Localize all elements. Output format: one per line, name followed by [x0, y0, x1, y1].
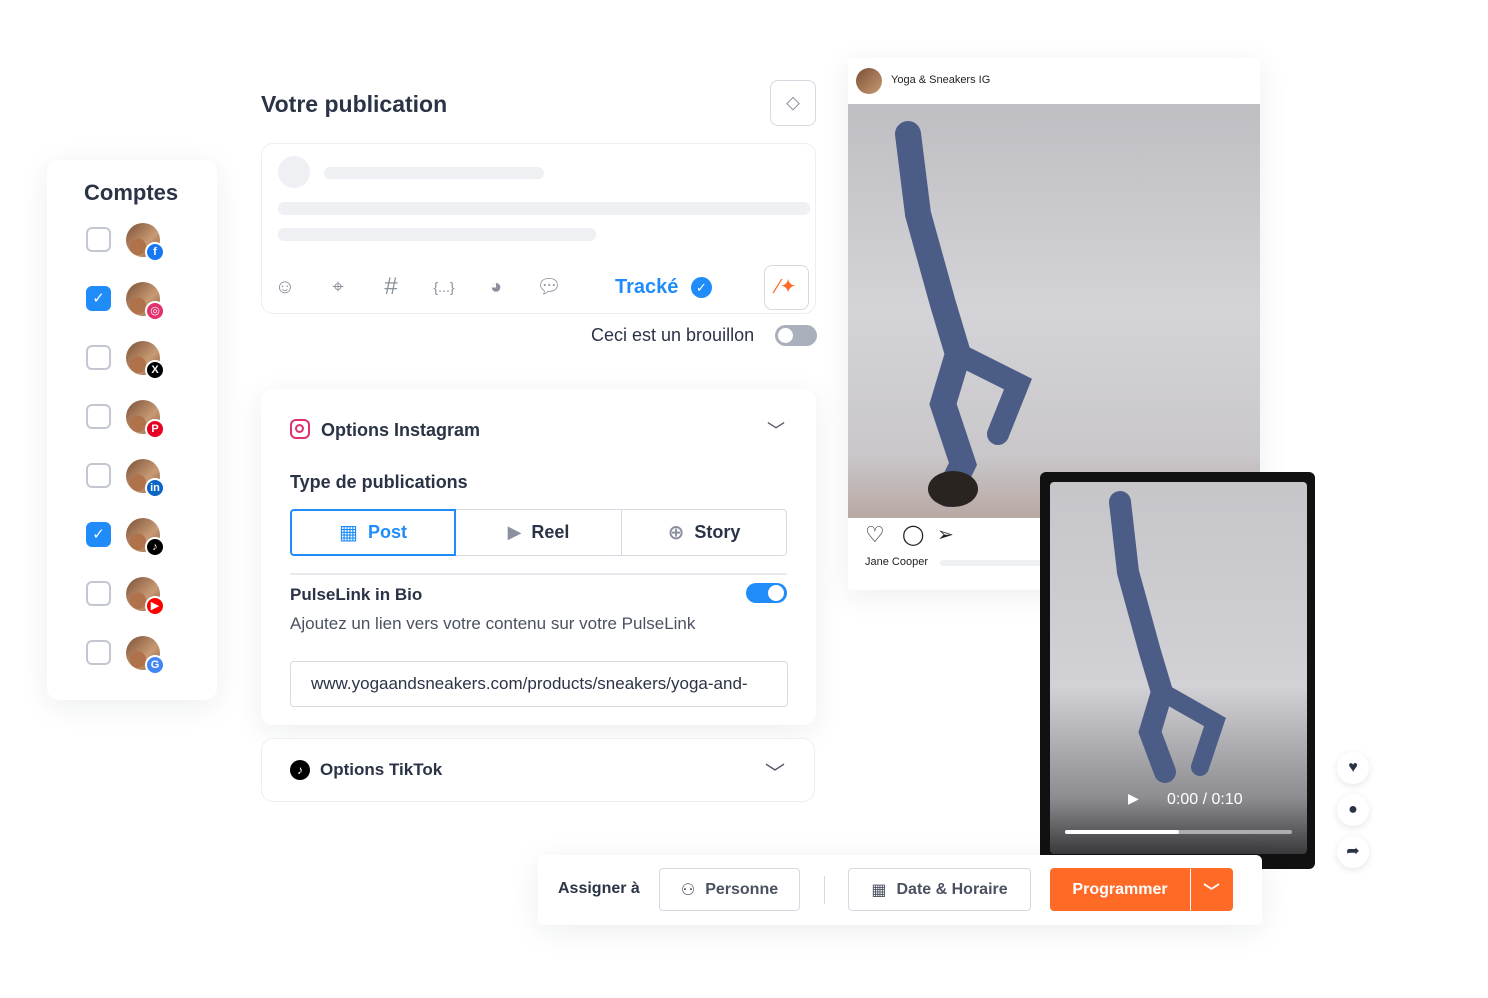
- pulselink-url-input[interactable]: www.yogaandsneakers.com/products/sneaker…: [290, 661, 788, 707]
- chevron-down-icon: ﹀: [1203, 883, 1220, 901]
- preview-image: [848, 104, 1260, 518]
- like-icon[interactable]: ♡: [865, 522, 885, 548]
- avatar: [856, 68, 882, 94]
- user-icon: ⚇: [680, 881, 696, 899]
- video-progress-bar[interactable]: [1065, 830, 1292, 834]
- story-add-icon: ⊕: [667, 522, 685, 544]
- account-avatar-instagram: ◎: [126, 282, 165, 321]
- skeleton-line: [940, 560, 1050, 566]
- facebook-icon: f: [145, 242, 165, 262]
- instagram-icon: ◎: [145, 301, 165, 321]
- pinterest-icon: P: [145, 419, 165, 439]
- tracked-check-icon: ✓: [691, 277, 712, 298]
- draft-label: Ceci est un brouillon: [591, 325, 755, 345]
- comment-settings-icon[interactable]: 💬︎: [536, 274, 562, 300]
- commenter-name: Jane Cooper: [865, 556, 928, 568]
- account-checkbox-google-business[interactable]: [86, 640, 111, 665]
- account-checkbox-facebook[interactable]: [86, 227, 111, 252]
- calendar-icon: ▦: [871, 881, 887, 899]
- divider: [290, 573, 787, 575]
- tiktok-icon: ♪: [290, 760, 310, 780]
- date-time-button[interactable]: ▦ Date & Horaire: [848, 868, 1031, 911]
- account-checkbox-tiktok[interactable]: ✓: [86, 522, 111, 547]
- tiktok-icon: ♪: [145, 537, 165, 557]
- schedule-button[interactable]: Programmer: [1050, 868, 1190, 911]
- account-checkbox-x[interactable]: [86, 345, 111, 370]
- account-avatar-facebook: f: [126, 223, 165, 262]
- emoji-icon[interactable]: ☺: [272, 274, 298, 300]
- comment-bubble-icon[interactable]: ●: [1337, 794, 1369, 826]
- assign-person-button[interactable]: ⚇ Personne: [659, 868, 800, 911]
- reel-icon: ▶︎: [507, 522, 522, 542]
- chevron-down-icon[interactable]: ﹀: [765, 757, 785, 786]
- skeleton-line: [278, 202, 810, 215]
- hashtag-icon[interactable]: #: [378, 274, 404, 300]
- account-checkbox-linkedin[interactable]: [86, 463, 111, 488]
- publication-type-label: Type de publications: [290, 472, 468, 492]
- tiktok-video-preview: ▶ 0:00 / 0:10: [1040, 472, 1315, 869]
- type-story-tab[interactable]: ⊕ Story: [621, 509, 787, 556]
- account-checkbox-youtube[interactable]: [86, 581, 111, 606]
- accounts-panel: Comptes f ✓ ◎ X Pin ✓ ♪ ▶ G: [47, 160, 217, 700]
- tag-icon: ⬦: [786, 92, 800, 114]
- video-time: 0:00 / 0:10: [1167, 791, 1243, 808]
- pulselink-title: PulseLink in Bio: [290, 585, 423, 604]
- grid-icon: ▦: [339, 522, 358, 544]
- assign-label: Assigner à: [558, 880, 640, 897]
- pulselink-toggle[interactable]: [746, 583, 787, 603]
- schedule-options-button[interactable]: ﹀: [1190, 868, 1233, 911]
- account-avatar-pinterest: P: [126, 400, 165, 439]
- skeleton-avatar: [278, 156, 310, 188]
- page-title: Votre publication: [261, 91, 448, 117]
- instagram-options-title[interactable]: Options Instagram: [321, 420, 480, 441]
- pulselink-description: Ajoutez un lien vers votre contenu sur v…: [290, 614, 696, 633]
- share-icon[interactable]: ➢: [937, 522, 954, 547]
- draft-toggle[interactable]: [775, 325, 817, 346]
- account-avatar-youtube: ▶: [126, 577, 165, 616]
- ai-magic-button[interactable]: ⁄✦: [764, 265, 809, 310]
- linkedin-icon: in: [145, 478, 165, 498]
- heart-icon[interactable]: ♥: [1337, 752, 1369, 784]
- preview-account-name: Yoga & Sneakers IG: [891, 74, 991, 86]
- tracked-label[interactable]: Tracké: [615, 276, 678, 299]
- tag-button[interactable]: ⬦: [770, 80, 816, 126]
- account-avatar-linkedin: in: [126, 459, 165, 498]
- instagram-icon: [290, 419, 310, 439]
- accounts-title: Comptes: [84, 180, 179, 205]
- skeleton-line: [324, 167, 544, 179]
- account-checkbox-pinterest[interactable]: [86, 404, 111, 429]
- magic-wand-icon: ⁄✦: [776, 276, 797, 298]
- youtube-icon: ▶: [145, 596, 165, 616]
- share-arrow-icon[interactable]: ➦: [1337, 836, 1369, 868]
- account-checkbox-instagram[interactable]: ✓: [86, 286, 111, 311]
- skeleton-line: [278, 228, 596, 241]
- account-avatar-x: X: [126, 341, 165, 380]
- x-icon: X: [145, 360, 165, 380]
- variables-icon[interactable]: {...}: [428, 274, 460, 300]
- account-avatar-tiktok: ♪: [126, 518, 165, 557]
- yoga-photo: [895, 121, 1032, 507]
- type-post-tab[interactable]: ▦ Post: [290, 509, 456, 556]
- google-business-icon: G: [145, 655, 165, 675]
- play-icon[interactable]: ▶: [1128, 790, 1139, 807]
- divider: [824, 876, 825, 904]
- account-avatar-google-business: G: [126, 636, 165, 675]
- location-icon[interactable]: ⌖: [325, 274, 351, 300]
- type-reel-tab[interactable]: ▶︎ Reel: [455, 509, 622, 556]
- tiktok-options-title[interactable]: Options TikTok: [320, 760, 442, 780]
- comment-icon[interactable]: ◯: [902, 522, 924, 547]
- globe-settings-icon[interactable]: ◕: [483, 274, 509, 300]
- chevron-down-icon[interactable]: ﹀: [767, 417, 785, 443]
